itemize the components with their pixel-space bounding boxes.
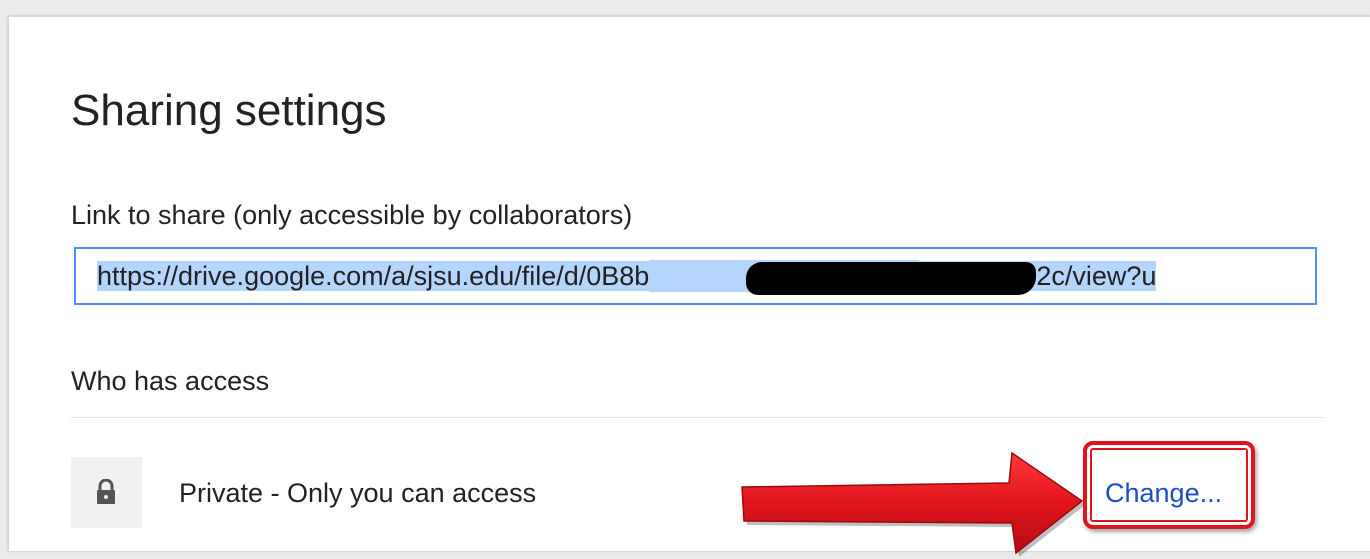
who-has-access-heading: Who has access (71, 366, 270, 396)
share-link-start: https://drive.google.com/a/sjsu.edu/file… (97, 261, 650, 291)
annotation-arrow (741, 451, 1085, 557)
share-link-field[interactable]: https://drive.google.com/a/sjsu.edu/file… (74, 247, 1317, 305)
lock-icon (97, 479, 115, 504)
redaction-mark (746, 262, 1036, 295)
access-status-text: Private - Only you can access (179, 478, 537, 508)
dialog-title: Sharing settings (71, 86, 387, 135)
change-access-link[interactable]: Change... (1105, 477, 1222, 509)
link-to-share-label: Link to share (only accessible by collab… (71, 200, 633, 230)
access-status-icon-box (71, 457, 142, 528)
section-divider (71, 417, 1323, 418)
sharing-settings-dialog: Sharing settings Link to share (only acc… (8, 16, 1370, 557)
